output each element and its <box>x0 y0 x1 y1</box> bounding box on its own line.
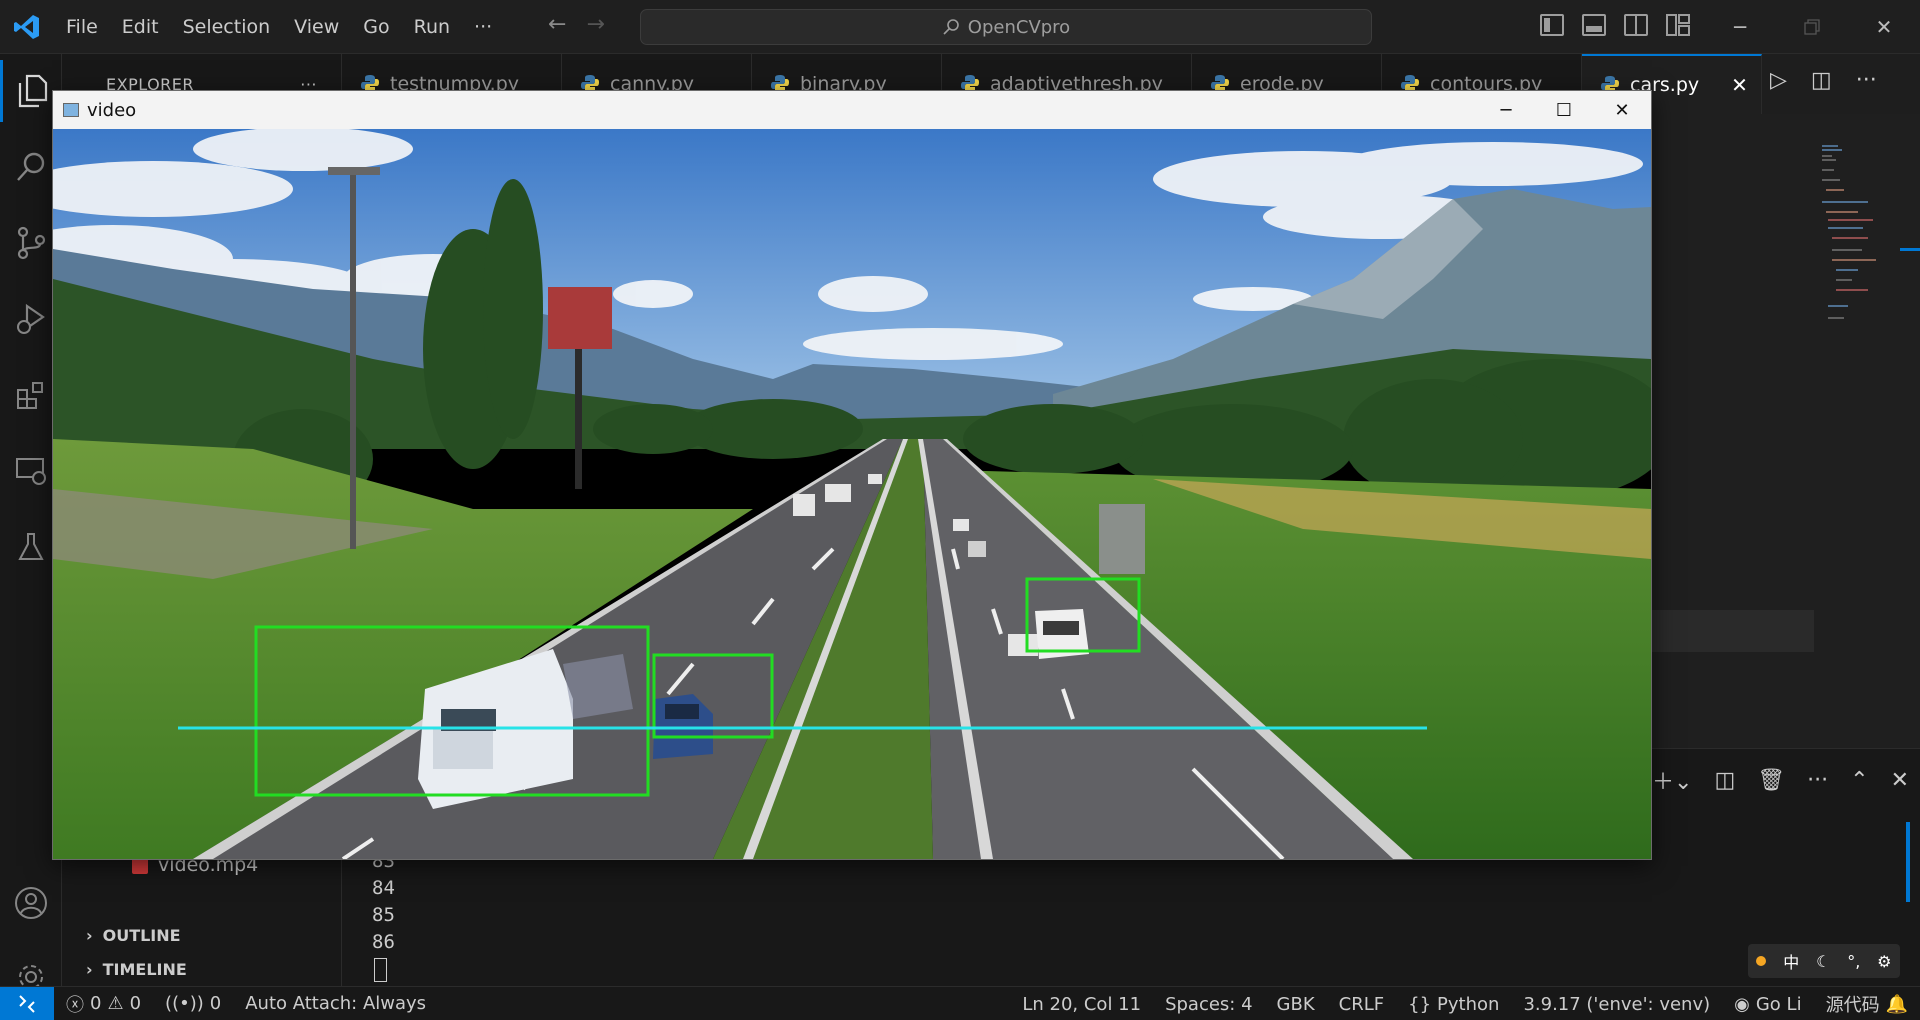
line-number: 86 <box>372 931 395 953</box>
braces-icon: {} <box>1408 993 1432 1015</box>
video-window-controls: ─ ☐ ✕ <box>1477 91 1651 129</box>
window-controls: ─ ✕ <box>1704 0 1920 54</box>
more-actions-icon[interactable]: ··· <box>1856 68 1877 93</box>
chevron-right-icon: › <box>86 959 93 979</box>
go-live[interactable]: ◉ Go Li <box>1722 994 1813 1015</box>
menu-selection[interactable]: Selection <box>171 9 283 45</box>
toggle-primary-sidebar-icon[interactable] <box>1540 14 1564 36</box>
warning-count: 0 <box>129 993 142 1014</box>
timeline-label: TIMELINE <box>102 959 187 979</box>
ime-moon-icon[interactable]: ☾ <box>1816 952 1830 971</box>
terminal-cursor <box>374 958 387 982</box>
close-panel-icon[interactable]: ✕ <box>1891 768 1909 793</box>
go-live-label: Go Li <box>1755 993 1802 1015</box>
split-editor-icon[interactable]: ◫ <box>1811 68 1832 93</box>
line-number: 85 <box>372 904 395 926</box>
layout-controls <box>1540 14 1690 36</box>
forward-arrow-icon[interactable]: → <box>586 12 604 37</box>
timeline-section[interactable]: › TIMELINE <box>62 952 187 986</box>
panel-scrollbar[interactable] <box>1906 822 1910 902</box>
accounts-icon[interactable] <box>0 872 62 934</box>
end-of-line[interactable]: CRLF <box>1327 994 1396 1015</box>
title-bar: File Edit Selection View Go Run ··· ← → … <box>0 0 1920 54</box>
close-tab-icon[interactable]: ✕ <box>1731 73 1748 97</box>
video-maximize-icon[interactable]: ☐ <box>1535 91 1593 129</box>
menu-edit[interactable]: Edit <box>110 9 171 45</box>
ime-mode[interactable]: 中 <box>1783 949 1799 973</box>
video-window-title: video <box>87 99 137 121</box>
menu-file[interactable]: File <box>54 9 110 45</box>
customize-layout-icon[interactable] <box>1666 14 1690 36</box>
error-icon: ⓧ <box>66 994 84 1016</box>
toggle-panel-icon[interactable] <box>1582 14 1606 36</box>
more-actions-icon[interactable]: ··· <box>1807 768 1828 793</box>
window-app-icon <box>63 103 79 117</box>
remote-indicator-icon[interactable] <box>0 986 54 1020</box>
broadcast-icon: ◉ <box>1734 993 1750 1015</box>
error-count: 0 <box>90 993 102 1014</box>
indentation[interactable]: Spaces: 4 <box>1153 994 1264 1015</box>
ports-count: 0 <box>209 993 222 1014</box>
outline-label: OUTLINE <box>102 925 181 945</box>
video-window[interactable]: video ─ ☐ ✕ <box>52 90 1652 860</box>
command-center-label: OpenCVpro <box>967 16 1071 38</box>
split-terminal-icon[interactable]: ◫ <box>1714 768 1735 793</box>
line-numbers: 83 84 85 86 <box>372 848 395 956</box>
command-center-search[interactable]: OpenCVpro <box>640 9 1372 45</box>
minimize-icon[interactable]: ─ <box>1704 0 1776 54</box>
menu-bar: File Edit Selection View Go Run ··· <box>54 0 504 53</box>
highway-scene-image <box>53 129 1651 859</box>
minimap[interactable] <box>1818 140 1878 340</box>
back-arrow-icon[interactable]: ← <box>548 12 566 37</box>
video-frame <box>53 129 1651 859</box>
auto-attach-status[interactable]: Auto Attach: Always <box>233 993 438 1014</box>
source-code-label[interactable]: 源代码 <box>1814 991 1886 1017</box>
search-icon <box>943 19 959 35</box>
outline-section[interactable]: › OUTLINE <box>62 918 181 952</box>
language-mode[interactable]: {} Python <box>1396 994 1511 1015</box>
restore-icon[interactable] <box>1776 0 1848 54</box>
video-window-titlebar[interactable]: video ─ ☐ ✕ <box>53 91 1651 129</box>
line-number: 84 <box>372 877 395 899</box>
close-window-icon[interactable]: ✕ <box>1848 0 1920 54</box>
cursor-position[interactable]: Ln 20, Col 11 <box>1010 994 1153 1015</box>
ime-settings-icon[interactable]: ⚙ <box>1877 952 1891 971</box>
encoding[interactable]: GBK <box>1265 994 1327 1015</box>
status-bar: ⓧ 0 ⚠ 0 ((•)) 0 Auto Attach: Always Ln 2… <box>0 986 1920 1020</box>
video-close-icon[interactable]: ✕ <box>1593 91 1651 129</box>
menu-go[interactable]: Go <box>351 9 401 45</box>
menu-more[interactable]: ··· <box>462 9 504 45</box>
run-python-file-icon[interactable]: ▷ <box>1770 68 1787 93</box>
python-interpreter[interactable]: 3.9.17 ('enve': venv) <box>1511 994 1722 1015</box>
notifications-bell-icon[interactable]: 🔔 <box>1886 994 1920 1015</box>
maximize-panel-icon[interactable]: ⌃ <box>1850 768 1868 793</box>
ime-status-dot-icon <box>1756 956 1767 966</box>
scroll-position-indicator <box>1900 248 1920 251</box>
navigation-arrows: ← → <box>548 12 605 37</box>
terminal-actions: ＋⌄ ◫ 🗑 ··· ⌃ ✕ <box>1652 764 1909 796</box>
editor-actions: ▷ ◫ ··· <box>1770 68 1877 93</box>
new-terminal-icon[interactable]: ＋⌄ <box>1652 764 1692 796</box>
ime-punct-icon[interactable]: °, <box>1847 952 1860 971</box>
status-bar-right: Ln 20, Col 11 Spaces: 4 GBK CRLF {} Pyth… <box>1010 987 1920 1020</box>
toggle-secondary-sidebar-icon[interactable] <box>1624 14 1648 36</box>
problems-status[interactable]: ⓧ 0 ⚠ 0 <box>54 991 153 1017</box>
ports-status[interactable]: ((•)) 0 <box>153 993 233 1014</box>
warning-icon: ⚠ <box>107 993 124 1014</box>
ime-toolbar[interactable]: 中 ☾ °, ⚙ <box>1748 944 1900 978</box>
kill-terminal-icon[interactable]: 🗑 <box>1757 768 1785 793</box>
menu-run[interactable]: Run <box>402 9 462 45</box>
vscode-logo-icon <box>0 0 54 54</box>
language-label: Python <box>1437 993 1500 1015</box>
menu-view[interactable]: View <box>282 9 351 45</box>
chevron-right-icon: › <box>86 925 93 945</box>
broadcast-icon: ((•)) <box>165 993 204 1014</box>
video-minimize-icon[interactable]: ─ <box>1477 91 1535 129</box>
